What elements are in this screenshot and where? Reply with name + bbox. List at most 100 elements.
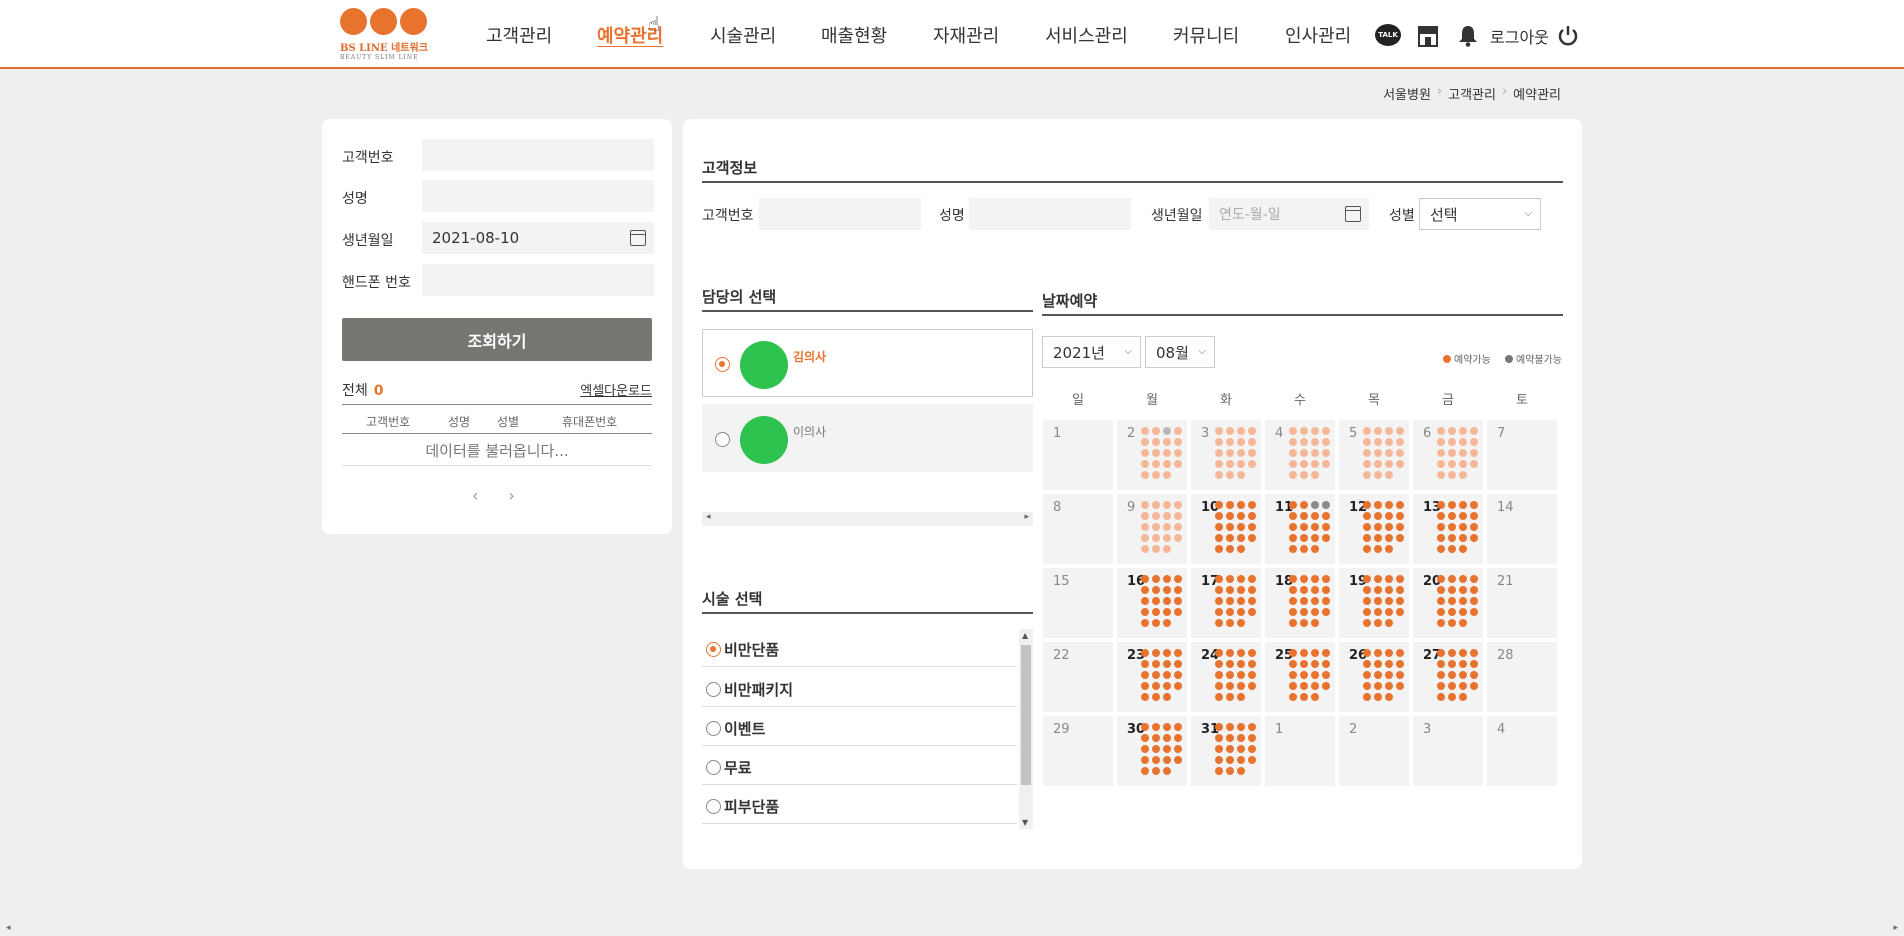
time-slot-dot[interactable] — [1163, 734, 1171, 742]
time-slot-dot[interactable] — [1215, 682, 1223, 690]
nav-item-community[interactable]: 커뮤니티 — [1173, 22, 1239, 48]
scroll-left-icon[interactable]: ◂ — [6, 923, 11, 933]
time-slot-dot[interactable] — [1437, 427, 1445, 435]
time-slot-dot[interactable] — [1311, 682, 1319, 690]
time-slot-dot[interactable] — [1448, 586, 1456, 594]
time-slot-dot[interactable] — [1459, 597, 1467, 605]
logout-link[interactable]: 로그아웃 — [1490, 24, 1549, 48]
time-slot-dot[interactable] — [1300, 534, 1308, 542]
time-slot-dot[interactable] — [1289, 427, 1297, 435]
time-slot-dot[interactable] — [1437, 608, 1445, 616]
time-slot-dot[interactable] — [1311, 608, 1319, 616]
time-slot-dot[interactable] — [1237, 501, 1245, 509]
time-slot-dot[interactable] — [1152, 460, 1160, 468]
time-slot-dot[interactable] — [1152, 427, 1160, 435]
time-slot-dot[interactable] — [1311, 693, 1319, 701]
time-slot-dot[interactable] — [1322, 460, 1330, 468]
calendar-day[interactable]: 12 — [1339, 494, 1409, 564]
time-slot-dot[interactable] — [1248, 608, 1256, 616]
time-slot-dot[interactable] — [1174, 523, 1182, 531]
time-slot-dot[interactable] — [1174, 660, 1182, 668]
time-slot-dot[interactable] — [1385, 512, 1393, 520]
time-slot-dot[interactable] — [1237, 512, 1245, 520]
time-slot-dot[interactable] — [1300, 608, 1308, 616]
time-slot-dot[interactable] — [1152, 545, 1160, 553]
time-slot-dot[interactable] — [1374, 693, 1382, 701]
time-slot-dot[interactable] — [1163, 427, 1171, 435]
time-slot-dot[interactable] — [1322, 449, 1330, 457]
time-slot-dot[interactable] — [1226, 660, 1234, 668]
time-slot-dot[interactable] — [1174, 597, 1182, 605]
time-slot-dot[interactable] — [1470, 512, 1478, 520]
time-slot-dot[interactable] — [1215, 756, 1223, 764]
time-slot-dot[interactable] — [1470, 671, 1478, 679]
time-slot-dot[interactable] — [1385, 427, 1393, 435]
time-slot-dot[interactable] — [1237, 693, 1245, 701]
time-slot-dot[interactable] — [1300, 693, 1308, 701]
time-slot-dot[interactable] — [1289, 545, 1297, 553]
time-slot-dot[interactable] — [1163, 608, 1171, 616]
service-radio[interactable] — [706, 721, 721, 736]
time-slot-dot[interactable] — [1248, 501, 1256, 509]
time-slot-dot[interactable] — [1163, 671, 1171, 679]
calendar-day[interactable]: 20 — [1413, 568, 1483, 638]
phone-input[interactable] — [422, 264, 654, 296]
time-slot-dot[interactable] — [1248, 597, 1256, 605]
time-slot-dot[interactable] — [1141, 734, 1149, 742]
time-slot-dot[interactable] — [1363, 660, 1371, 668]
time-slot-dot[interactable] — [1322, 682, 1330, 690]
time-slot-dot[interactable] — [1459, 575, 1467, 583]
time-slot-dot[interactable] — [1174, 449, 1182, 457]
time-slot-dot[interactable] — [1322, 427, 1330, 435]
time-slot-dot[interactable] — [1174, 575, 1182, 583]
time-slot-dot[interactable] — [1459, 460, 1467, 468]
time-slot-dot[interactable] — [1448, 608, 1456, 616]
time-slot-dot[interactable] — [1152, 693, 1160, 701]
time-slot-dot[interactable] — [1226, 756, 1234, 764]
time-slot-dot[interactable] — [1437, 534, 1445, 542]
time-slot-dot[interactable] — [1248, 745, 1256, 753]
time-slot-dot[interactable] — [1152, 649, 1160, 657]
time-slot-dot[interactable] — [1174, 438, 1182, 446]
time-slot-dot[interactable] — [1437, 438, 1445, 446]
time-slot-dot[interactable] — [1311, 619, 1319, 627]
time-slot-dot[interactable] — [1163, 575, 1171, 583]
time-slot-dot[interactable] — [1163, 745, 1171, 753]
time-slot-dot[interactable] — [1163, 523, 1171, 531]
time-slot-dot[interactable] — [1226, 427, 1234, 435]
calendar-day[interactable]: 31 — [1191, 716, 1261, 786]
birth-input[interactable]: 2021-08-10 — [422, 222, 654, 254]
nav-item-sales[interactable]: 매출현황 — [821, 22, 887, 48]
time-slot-dot[interactable] — [1322, 586, 1330, 594]
time-slot-dot[interactable] — [1448, 682, 1456, 690]
scroll-down-icon[interactable]: ▼ — [1022, 818, 1028, 827]
nav-item-hr[interactable]: 인사관리 — [1285, 22, 1351, 48]
time-slot-dot[interactable] — [1300, 586, 1308, 594]
time-slot-dot[interactable] — [1237, 660, 1245, 668]
time-slot-dot[interactable] — [1385, 460, 1393, 468]
time-slot-dot[interactable] — [1470, 608, 1478, 616]
time-slot-dot[interactable] — [1363, 427, 1371, 435]
time-slot-dot[interactable] — [1437, 649, 1445, 657]
time-slot-dot[interactable] — [1141, 619, 1149, 627]
calendar-day[interactable]: 18 — [1265, 568, 1335, 638]
time-slot-dot[interactable] — [1322, 438, 1330, 446]
time-slot-dot[interactable] — [1215, 649, 1223, 657]
time-slot-dot[interactable] — [1459, 619, 1467, 627]
time-slot-dot[interactable] — [1226, 586, 1234, 594]
time-slot-dot[interactable] — [1226, 512, 1234, 520]
year-select[interactable]: 2021년 ⌵ — [1042, 336, 1141, 368]
calendar-day[interactable]: 24 — [1191, 642, 1261, 712]
time-slot-dot[interactable] — [1152, 682, 1160, 690]
time-slot-dot[interactable] — [1237, 619, 1245, 627]
time-slot-dot[interactable] — [1226, 523, 1234, 531]
time-slot-dot[interactable] — [1437, 586, 1445, 594]
time-slot-dot[interactable] — [1448, 619, 1456, 627]
time-slot-dot[interactable] — [1470, 427, 1478, 435]
time-slot-dot[interactable] — [1322, 523, 1330, 531]
time-slot-dot[interactable] — [1215, 501, 1223, 509]
time-slot-dot[interactable] — [1226, 619, 1234, 627]
time-slot-dot[interactable] — [1152, 671, 1160, 679]
time-slot-dot[interactable] — [1363, 460, 1371, 468]
time-slot-dot[interactable] — [1363, 608, 1371, 616]
